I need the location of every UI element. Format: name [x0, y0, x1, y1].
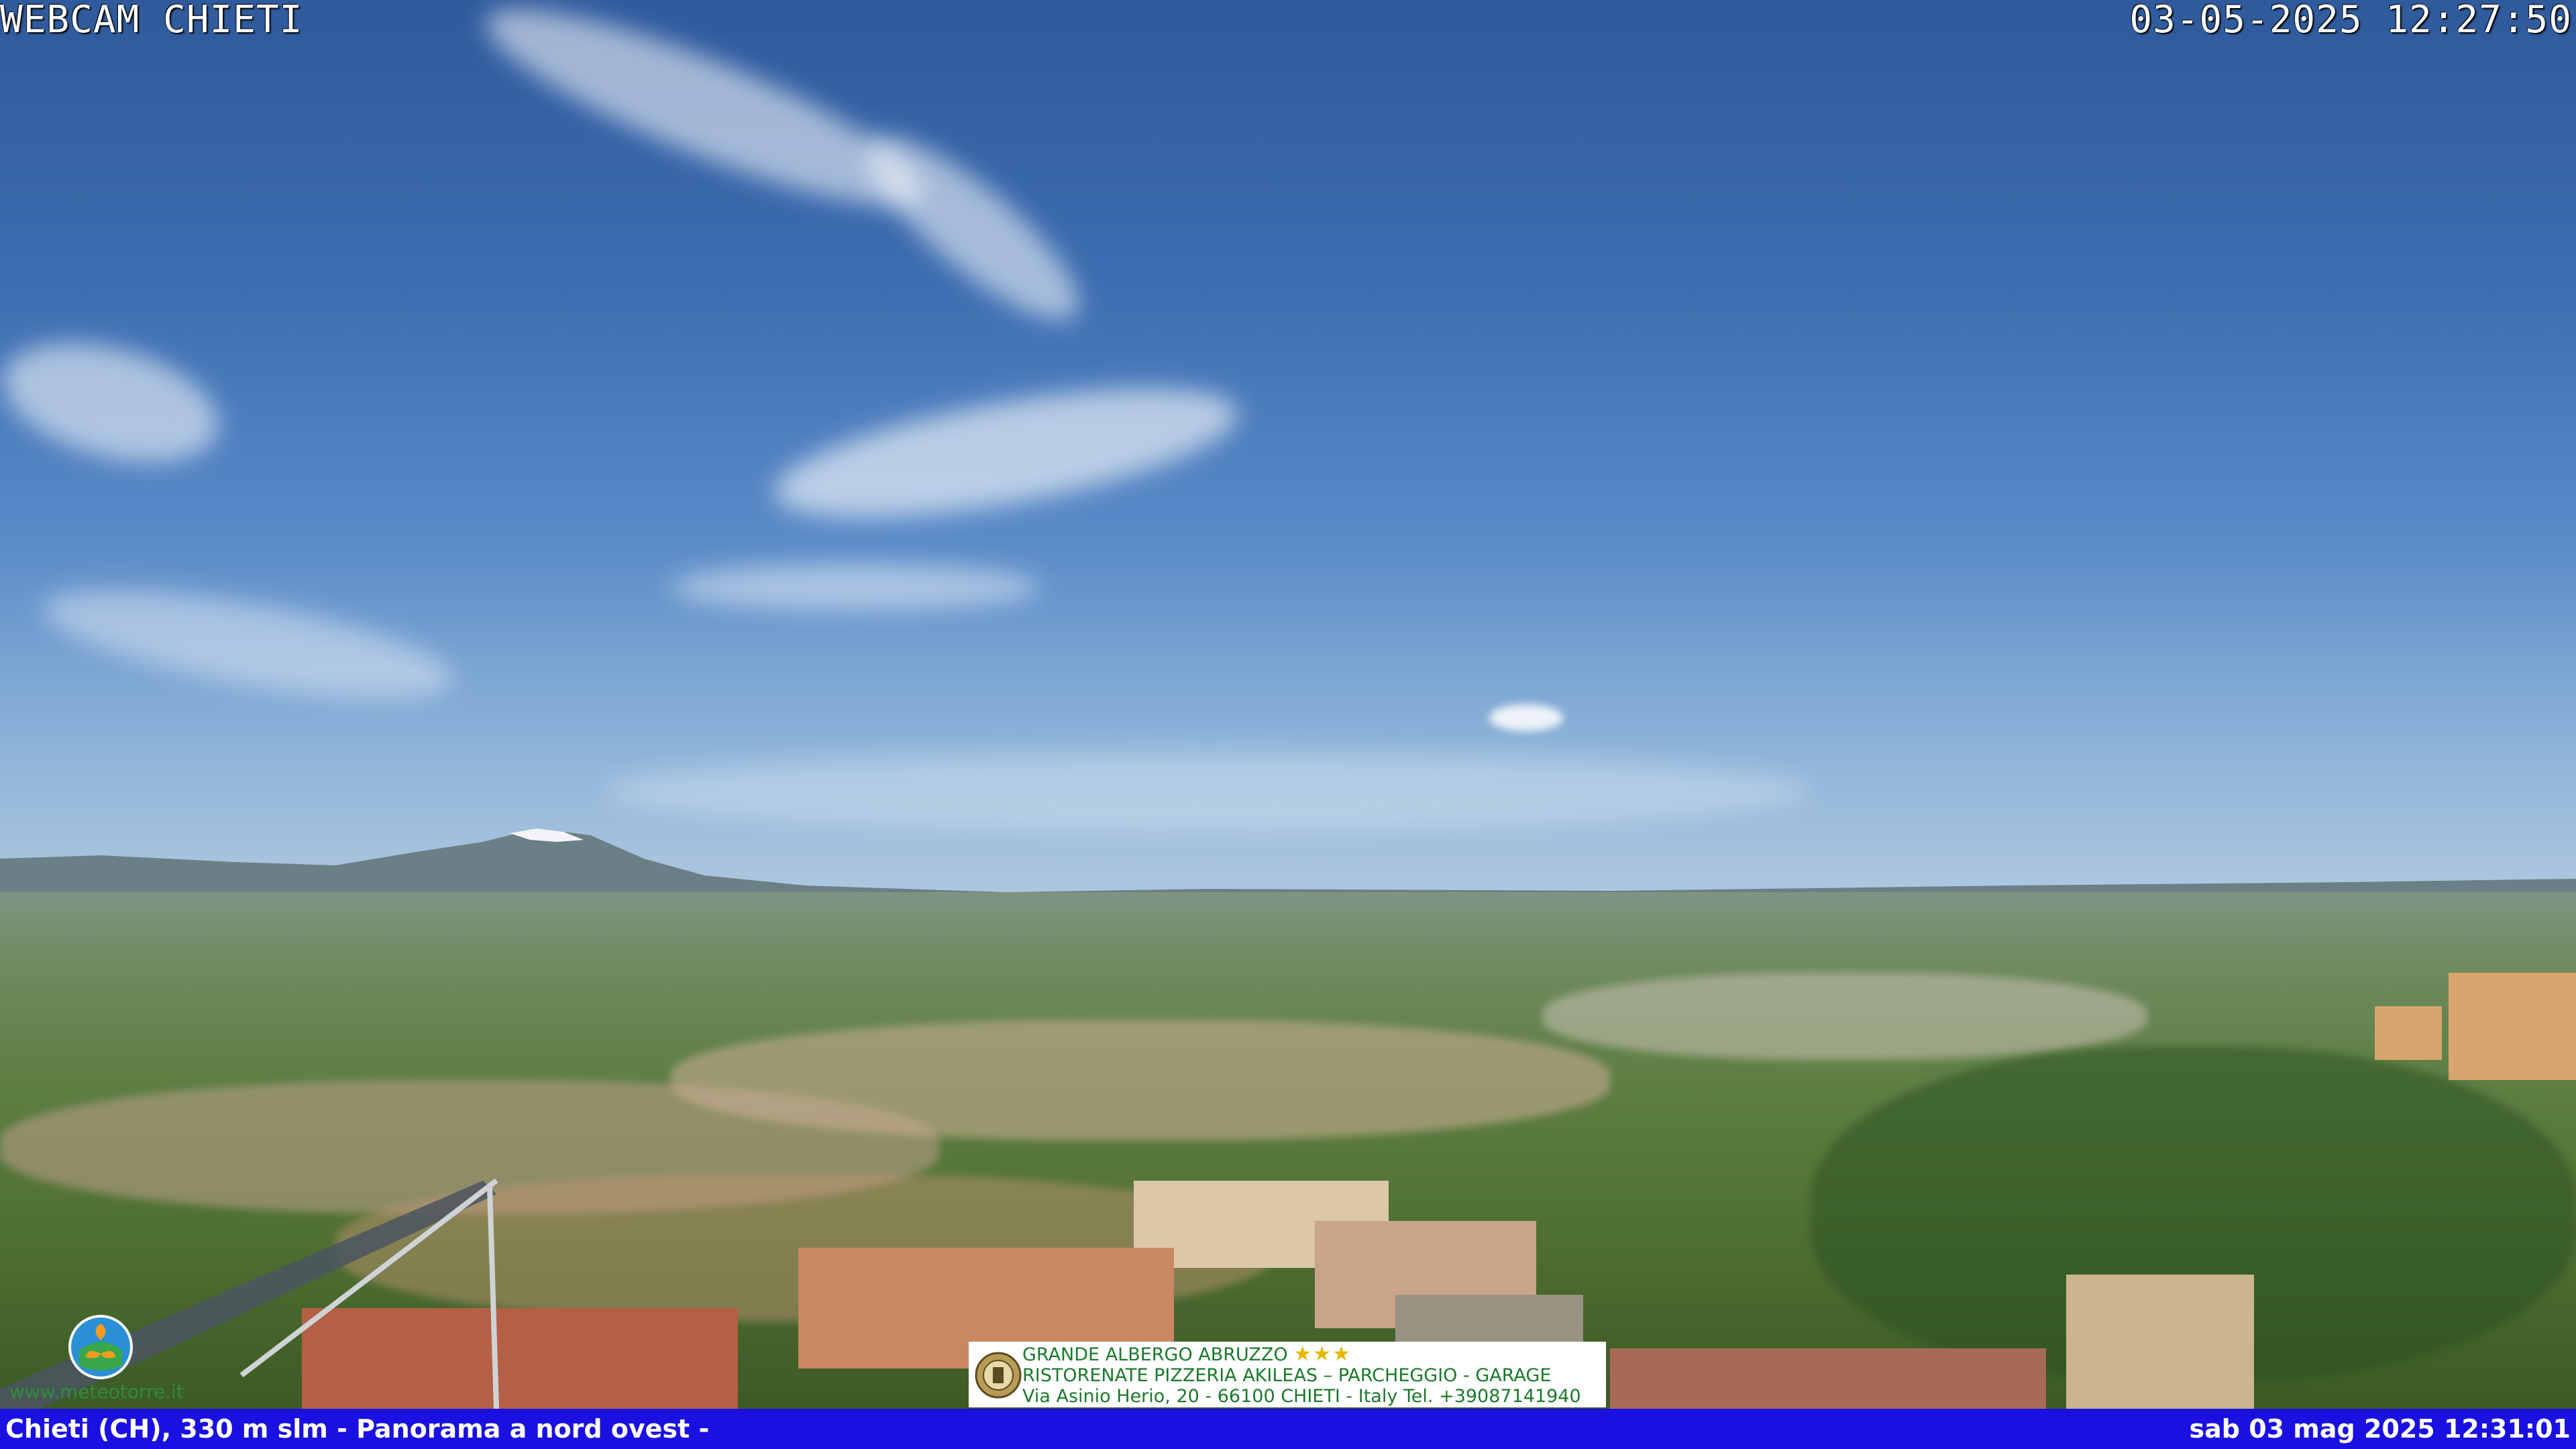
hotel-name: GRANDE ALBERGO ABRUZZO — [1022, 1344, 1288, 1365]
stars-rating: ★★★ — [1293, 1342, 1352, 1366]
meteotorre-logo-icon — [68, 1315, 133, 1379]
webcam-title: WEBCAM CHIETI — [0, 0, 303, 42]
advert-banner: GRANDE ALBERGO ABRUZZO ★★★ RISTORENATE P… — [969, 1342, 1606, 1407]
advert-line-3: Via Asinio Herio, 20 - 66100 CHIETI - It… — [1022, 1386, 1581, 1407]
advert-line-2: RISTORENATE PIZZERIA AKILEAS – PARCHEGGI… — [1022, 1365, 1552, 1386]
crest-icon — [975, 1352, 1022, 1399]
advert-line-1: GRANDE ALBERGO ABRUZZO ★★★ — [1022, 1344, 1581, 1365]
webcam-frame: WEBCAM CHIETI 03-05-2025 12:27:50 www.me… — [0, 0, 2576, 1449]
sky — [0, 0, 2576, 939]
date-caption: sab 03 mag 2025 12:31:01 — [2189, 1414, 2571, 1444]
logo-url: www.meteotorre.it — [9, 1381, 184, 1403]
location-caption: Chieti (CH), 330 m slm - Panorama a nord… — [5, 1414, 710, 1444]
capture-timestamp: 03-05-2025 12:27:50 — [2129, 0, 2572, 42]
info-bar: Chieti (CH), 330 m slm - Panorama a nord… — [0, 1409, 2576, 1449]
